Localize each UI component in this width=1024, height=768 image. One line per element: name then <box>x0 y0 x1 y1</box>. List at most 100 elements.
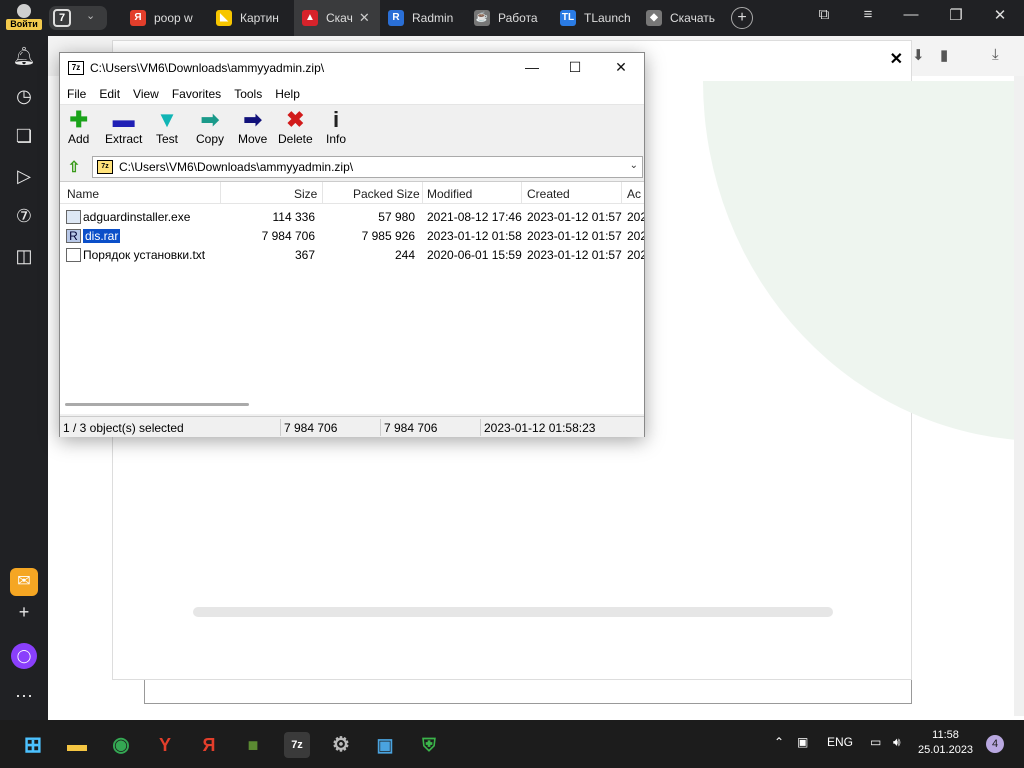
history-icon[interactable]: ◷ <box>12 84 36 108</box>
cell-packed: 7 985 926 <box>361 229 415 243</box>
menu-edit[interactable]: Edit <box>99 87 120 101</box>
menu-help[interactable]: Help <box>275 87 300 101</box>
horizontal-scrollbar[interactable] <box>65 403 249 406</box>
tab-label: Работа <box>498 11 538 25</box>
page-scrollbar[interactable] <box>1014 76 1024 716</box>
network-app-icon[interactable]: ▣ <box>797 735 808 749</box>
info-icon: i <box>332 107 340 132</box>
test-button[interactable]: ▼ Test <box>156 108 178 147</box>
cell-created: 2023-01-12 01:57 <box>527 210 622 224</box>
add-button[interactable]: ✚ Add <box>68 108 89 147</box>
restore-icon[interactable]: ❐ <box>944 6 968 24</box>
tab-label: Скачать <box>670 11 715 25</box>
new-tab-button[interactable]: + <box>731 7 753 29</box>
add-sidebar-icon[interactable]: + <box>12 600 36 624</box>
close-icon[interactable]: ✕ <box>611 59 631 76</box>
mail-icon[interactable]: ✉ <box>10 568 38 596</box>
delete-button[interactable]: ✖ Delete <box>278 107 313 147</box>
up-folder-icon[interactable]: ⇧ <box>64 158 84 176</box>
minimize-icon[interactable]: — <box>899 6 923 23</box>
downloads-icon[interactable]: ⤓ <box>992 46 999 63</box>
profile-button[interactable]: Войти <box>6 3 42 33</box>
extract-icon: ▬ <box>112 107 135 132</box>
column-accessed[interactable]: Ac <box>627 187 641 201</box>
tab-4[interactable]: R Radmin <box>380 0 466 36</box>
close-tab-icon[interactable]: ✕ <box>359 10 370 26</box>
move-button[interactable]: ➡ Move <box>238 108 267 147</box>
yandex-browser-icon[interactable]: Y <box>152 732 178 758</box>
close-panel-icon[interactable]: ✕ <box>890 49 903 69</box>
title-bar[interactable]: 7z C:\Users\VM6\Downloads\ammyyadmin.zip… <box>60 53 644 83</box>
bookmark-icon[interactable]: ▮ <box>940 46 948 64</box>
tab-1[interactable]: Яpoop w <box>122 0 208 36</box>
collections-icon[interactable]: ❏ <box>12 124 36 148</box>
chevron-up-icon[interactable]: ⌃ <box>774 735 784 749</box>
radmin-icon: R <box>388 10 404 26</box>
column-created[interactable]: Created <box>527 187 570 201</box>
remote-desktop-icon[interactable]: ▣ <box>372 732 398 758</box>
menu-favorites[interactable]: Favorites <box>172 87 221 101</box>
user-avatar-icon <box>17 4 31 18</box>
more-icon[interactable]: ⋯ <box>12 684 36 708</box>
monitor-icon[interactable]: ▭ <box>870 735 881 749</box>
chevron-down-icon[interactable]: ⌄ <box>630 160 638 171</box>
taskbar: ⊞ ▬ ◉ Y Я ■ 7z ⚙ ▣ ⛨ ⌃ ▣ ENG ▭ 🔊︎ 11:58 … <box>0 720 1024 768</box>
tab-3[interactable]: ▲ Скач ✕ <box>294 0 380 36</box>
minimize-icon[interactable]: — <box>522 59 542 75</box>
status-size: 7 984 706 <box>284 421 338 435</box>
file-explorer-icon[interactable]: ▬ <box>64 732 90 758</box>
rar-file-icon: R <box>66 229 81 243</box>
copy-button[interactable]: ➡ Copy <box>196 108 224 147</box>
menu-icon[interactable]: ≡ <box>856 6 880 23</box>
tab-6[interactable]: TL TLaunch <box>552 0 638 36</box>
column-size[interactable]: Size <box>294 187 317 201</box>
cell-size: 7 984 706 <box>261 229 315 243</box>
menu-file[interactable]: File <box>67 87 86 101</box>
adguard-icon[interactable]: ⛨ <box>416 732 442 758</box>
path-text: C:\Users\VM6\Downloads\ammyyadmin.zip\ <box>119 160 354 174</box>
volume-icon[interactable]: 🔊︎ <box>893 735 901 750</box>
cell-name: adguardinstaller.exe <box>83 210 191 224</box>
extract-button[interactable]: ▬ Extract <box>105 107 143 147</box>
play-icon[interactable]: ▷ <box>12 164 36 188</box>
alice-assistant-icon[interactable]: ◯ <box>11 643 37 669</box>
menu-view[interactable]: View <box>133 87 159 101</box>
maximize-icon[interactable]: ☐ <box>565 59 585 76</box>
clock[interactable]: 11:58 25.01.2023 <box>918 728 973 758</box>
table-row[interactable]: Rdis.rar 7 984 706 7 985 926 2023-01-12 01:… <box>60 227 644 246</box>
seven-icon[interactable]: ⑦ <box>12 204 36 228</box>
yandex-icon[interactable]: Я <box>196 732 222 758</box>
column-packed-size[interactable]: Packed Size <box>353 187 420 201</box>
tab-7[interactable]: ◆ Скачать <box>638 0 724 36</box>
tab-5[interactable]: ☕ Работа <box>466 0 552 36</box>
tab-count-button[interactable]: 7 ⌄ <box>49 6 107 30</box>
column-name[interactable]: Name <box>67 187 99 201</box>
download-icon[interactable]: ⬇ <box>912 46 925 64</box>
status-packed: 7 984 706 <box>384 421 438 435</box>
start-icon[interactable]: ⊞ <box>20 732 46 758</box>
panel-scrollbar[interactable] <box>193 607 833 617</box>
language-indicator[interactable]: ENG <box>827 735 853 749</box>
file-list[interactable]: Name Size Packed Size Modified Created A… <box>60 181 644 414</box>
camera-icon[interactable]: ◫ <box>12 244 36 268</box>
delete-icon: ✖ <box>286 107 305 132</box>
table-row[interactable]: adguardinstaller.exe 114 336 57 980 2021-08… <box>60 208 644 227</box>
status-selection: 1 / 3 object(s) selected <box>63 421 184 435</box>
bell-icon[interactable]: 🔔︎ <box>12 44 36 68</box>
chrome-icon[interactable]: ◉ <box>108 732 134 758</box>
notification-badge[interactable]: 4 <box>986 735 1004 753</box>
address-bar: ⇧ 7z C:\Users\VM6\Downloads\ammyyadmin.z… <box>60 154 644 180</box>
minecraft-icon[interactable]: ■ <box>240 732 266 758</box>
menu-tools[interactable]: Tools <box>234 87 262 101</box>
cell-modified: 2020-06-01 15:59 <box>427 248 522 262</box>
tab-2[interactable]: ◣ Картин <box>208 0 294 36</box>
toolbar-label: Extract <box>105 132 143 146</box>
info-button[interactable]: i Info <box>326 107 346 147</box>
bookmarks-collection-icon[interactable]: ⧉ <box>812 6 836 23</box>
7zip-taskbar-icon[interactable]: 7z <box>284 732 310 758</box>
table-row[interactable]: Порядок установки.txt 367 244 2020-06-01 15… <box>60 246 644 265</box>
column-modified[interactable]: Modified <box>427 187 472 201</box>
path-combobox[interactable]: 7z C:\Users\VM6\Downloads\ammyyadmin.zip… <box>92 156 643 178</box>
close-window-icon[interactable]: ✕ <box>988 6 1012 24</box>
settings-icon[interactable]: ⚙ <box>328 732 354 758</box>
